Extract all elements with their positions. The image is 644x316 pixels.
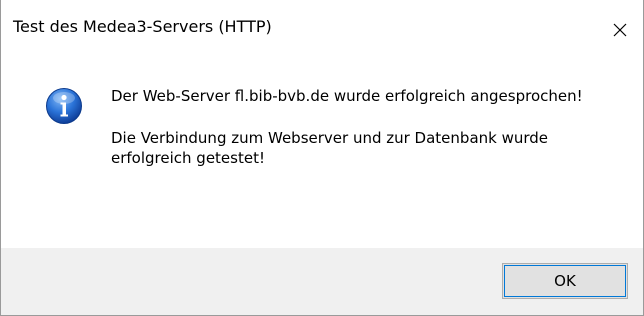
close-icon [612, 22, 628, 38]
button-bar: OK [1, 248, 643, 315]
close-button[interactable] [597, 0, 643, 60]
focus-ring [504, 265, 626, 297]
message-text: Der Web-Server fl.bib-bvb.de wurde erfol… [111, 86, 611, 190]
ok-button[interactable]: OK [502, 263, 628, 299]
message-line-1: Der Web-Server fl.bib-bvb.de wurde erfol… [111, 87, 583, 105]
window-title: Test des Medea3-Servers (HTTP) [13, 17, 272, 36]
message-dialog: Test des Medea3-Servers (HTTP) Der Web-S… [0, 0, 644, 316]
message-line-2: Die Verbindung zum Webserver und zur Dat… [111, 129, 549, 167]
title-bar[interactable]: Test des Medea3-Servers (HTTP) [1, 0, 643, 62]
dialog-content: Der Web-Server fl.bib-bvb.de wurde erfol… [1, 62, 643, 248]
info-icon [45, 87, 83, 125]
